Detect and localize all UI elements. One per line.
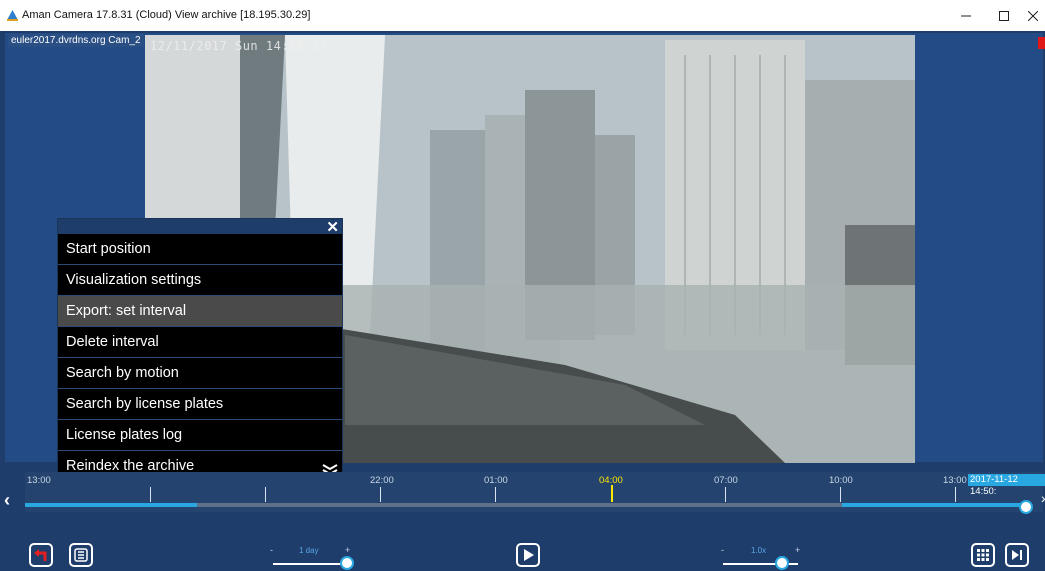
timeline-tick-label: 07:00: [714, 475, 738, 486]
timeline-tick: [955, 487, 956, 502]
maximize-icon: [999, 10, 1009, 21]
timeline-tick: [150, 487, 151, 502]
timeline-position-handle[interactable]: [1019, 500, 1033, 514]
timeline-tick: [380, 487, 381, 502]
window-title: Aman Camera 17.8.31 (Cloud) View archive…: [22, 9, 311, 21]
close-icon: [1028, 10, 1038, 21]
close-button[interactable]: [1014, 0, 1045, 31]
speed-minus-label[interactable]: -: [721, 545, 724, 555]
timeline-tick: [725, 487, 726, 502]
list-icon: [74, 548, 88, 562]
scale-slider-handle[interactable]: [340, 556, 354, 570]
scale-slider-track[interactable]: [273, 563, 348, 565]
timeline-next-icon[interactable]: ›: [1041, 490, 1045, 506]
play-icon: [524, 549, 534, 561]
menu-header: ✕: [58, 218, 342, 236]
speed-value-label: 1.0x: [751, 546, 767, 555]
speed-plus-label[interactable]: +: [795, 545, 800, 555]
menu-item-start-position[interactable]: Start position: [58, 234, 342, 265]
archive-range-fill: [842, 503, 1028, 507]
menu-item-export-set-interval[interactable]: Export: set interval: [58, 296, 342, 327]
archive-context-menu: ✕ Start position Visualization settings …: [57, 218, 343, 482]
timeline-prev-icon[interactable]: ‹: [4, 490, 10, 511]
grid-layout-button[interactable]: [971, 543, 995, 567]
app-logo-icon: [7, 10, 18, 21]
scale-plus-label[interactable]: +: [345, 545, 350, 555]
close-icon[interactable]: ✕: [326, 218, 339, 236]
timeline-tick-label: 22:00: [370, 475, 394, 486]
camera-label: euler2017.dvrdns.org Cam_2: [8, 34, 144, 47]
keypad-grid-icon: [977, 549, 989, 561]
menu-item-visualization-settings[interactable]: Visualization settings: [58, 265, 342, 296]
return-arrow-icon: [34, 549, 47, 561]
timeline-tick-label: 01:00: [484, 475, 508, 486]
menu-item-delete-interval[interactable]: Delete interval: [58, 327, 342, 358]
video-timestamp-overlay: 12/11/2017 Sun 14:50:37: [150, 39, 328, 53]
timeline-tick-label: 13:00: [943, 475, 967, 486]
current-time-marker: [611, 485, 613, 502]
menu-item-search-by-license-plates[interactable]: Search by license plates: [58, 389, 342, 420]
archive-range-fill: [25, 503, 197, 507]
event-list-button[interactable]: [69, 543, 93, 567]
scale-minus-label[interactable]: -: [270, 545, 273, 555]
menu-item-search-by-motion[interactable]: Search by motion: [58, 358, 342, 389]
skip-end-icon: [1012, 550, 1022, 560]
timeline-tick: [840, 487, 841, 502]
timeline-tick: [495, 487, 496, 502]
timeline-tick-label: 10:00: [829, 475, 853, 486]
recording-indicator: [1038, 37, 1045, 49]
scale-value-label: 1 day: [299, 546, 319, 555]
minimize-button[interactable]: [947, 0, 985, 31]
menu-item-license-plates-log[interactable]: License plates log: [58, 420, 342, 451]
current-date-badge: 2017-11-12 14:50:: [968, 474, 1045, 497]
speed-slider-handle[interactable]: [775, 556, 789, 570]
minimize-icon: [961, 15, 971, 16]
play-button[interactable]: [516, 543, 540, 567]
timeline-tick: [265, 487, 266, 502]
title-bar: Aman Camera 17.8.31 (Cloud) View archive…: [0, 0, 1045, 31]
skip-to-end-button[interactable]: [1005, 543, 1029, 567]
return-button[interactable]: [29, 543, 53, 567]
timeline-tick-label: 13:00: [27, 475, 51, 486]
